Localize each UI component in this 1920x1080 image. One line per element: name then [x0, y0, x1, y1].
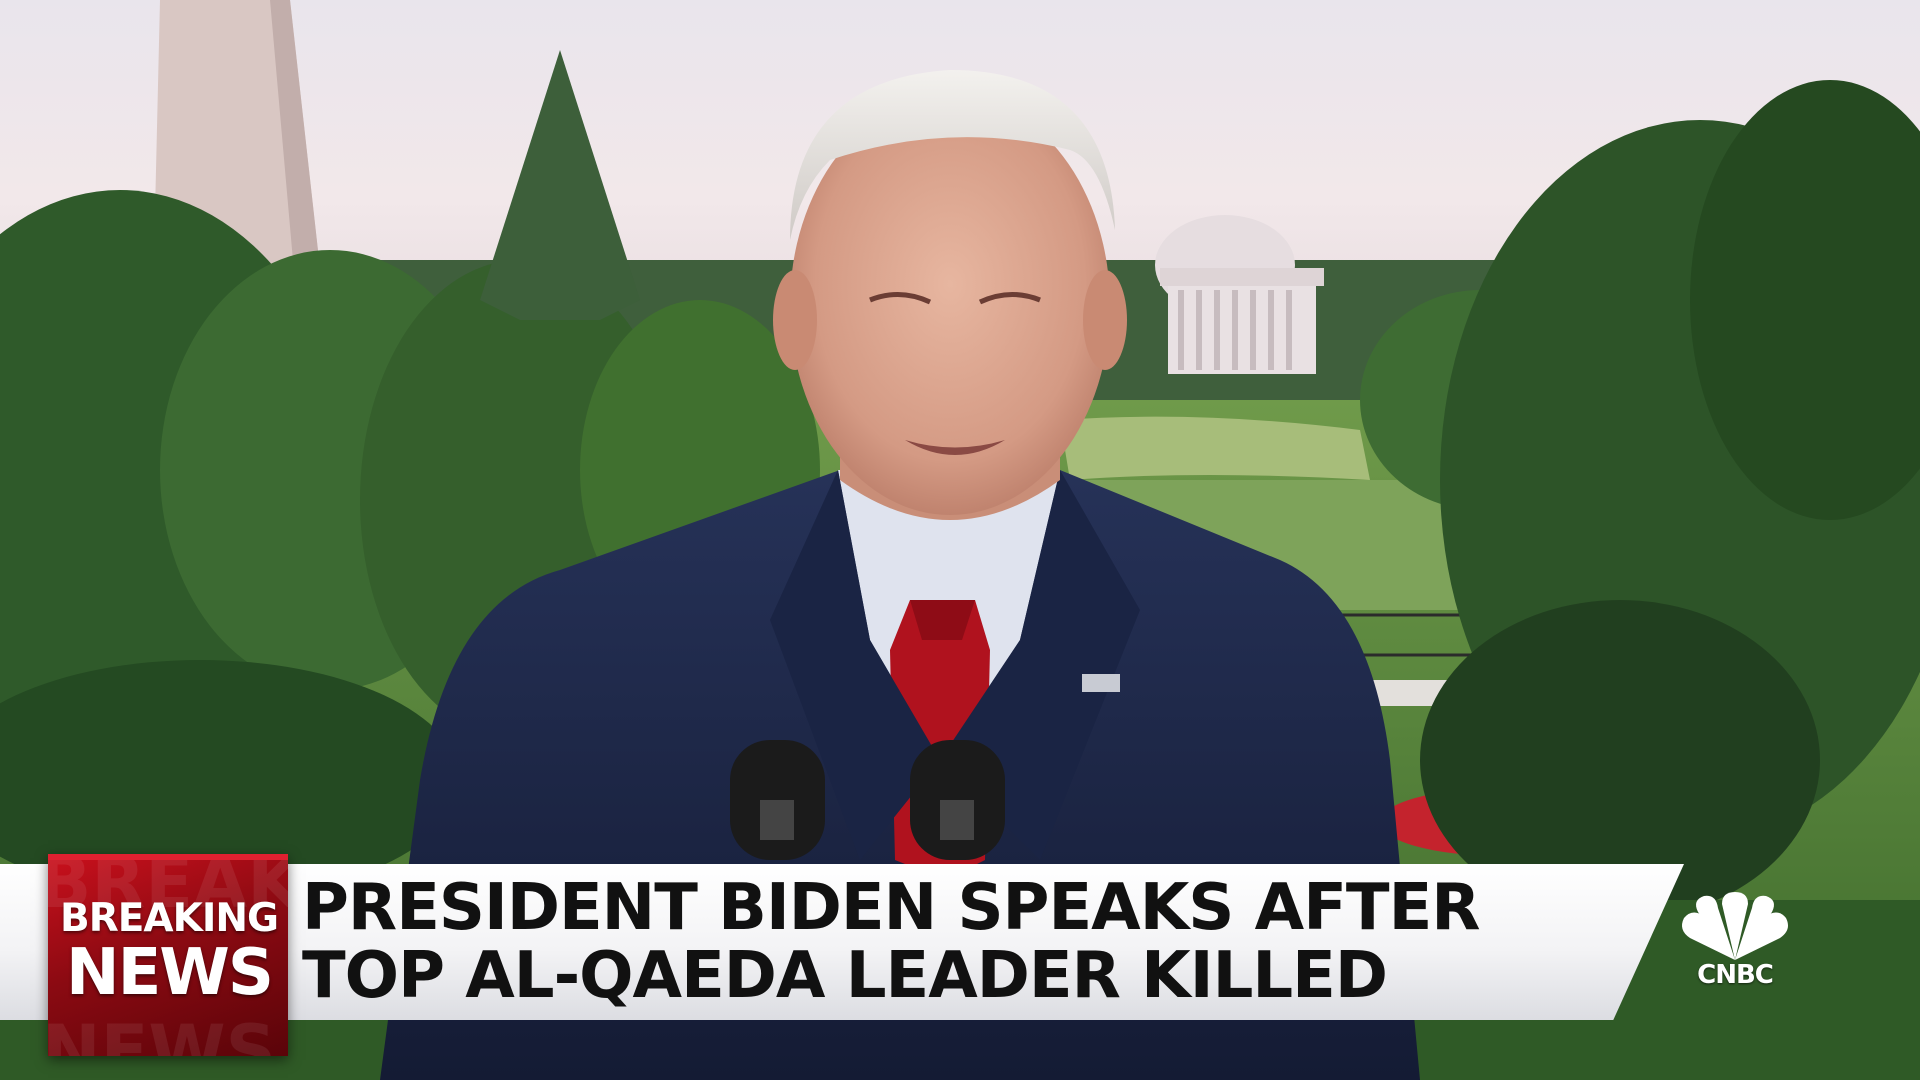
- badge-background-lettering-bottom: NEWS: [48, 1010, 277, 1056]
- badge-line-2: NEWS: [66, 936, 274, 1010]
- far-lawn: [1060, 416, 1370, 480]
- flag-pin: [1082, 674, 1120, 692]
- peacock-icon: [1682, 892, 1788, 960]
- badge-line-1: BREAKING: [60, 896, 279, 941]
- headline-line-1: PRESIDENT BIDEN SPEAKS AFTER: [302, 871, 1481, 945]
- lower-third: PRESIDENT BIDEN SPEAKS AFTER TOP AL-QAED…: [0, 854, 1920, 1056]
- network-name: CNBC: [1697, 960, 1774, 990]
- breaking-news-badge: BREAKING NEWS BREAKING NEWS: [48, 854, 288, 1056]
- headline-line-2: TOP AL-QAEDA LEADER KILLED: [302, 939, 1388, 1013]
- headline: PRESIDENT BIDEN SPEAKS AFTER TOP AL-QAED…: [302, 874, 1602, 1010]
- network-logo: CNBC: [1670, 890, 1800, 990]
